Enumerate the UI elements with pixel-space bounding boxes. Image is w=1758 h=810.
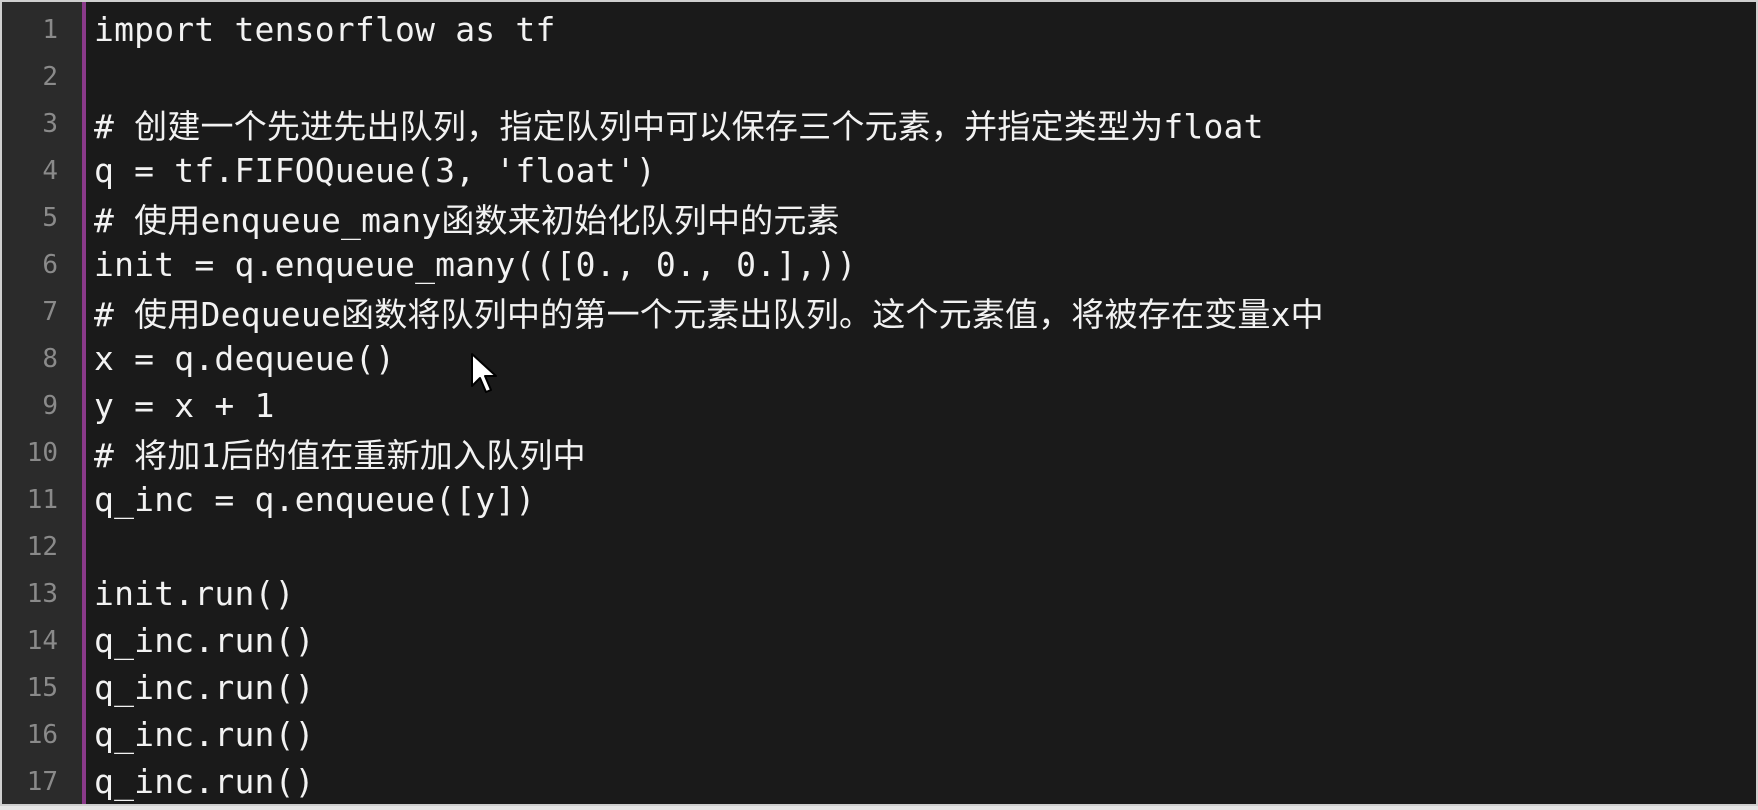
code-line[interactable]: 5 # 使用enqueue_many函数来初始化队列中的元素	[2, 194, 1756, 241]
code-line[interactable]: 11 q_inc = q.enqueue([y])	[2, 476, 1756, 523]
code-line[interactable]: 13 init.run()	[2, 570, 1756, 617]
code-line[interactable]: 1 import tensorflow as tf	[2, 6, 1756, 53]
line-number: 16	[26, 719, 58, 750]
bottom-border	[0, 806, 1758, 810]
code-comment[interactable]: # 将加1后的值在重新加入队列中	[94, 429, 586, 477]
code-line[interactable]: 8 x = q.dequeue()	[2, 335, 1756, 382]
code-line[interactable]: 7 # 使用Dequeue函数将队列中的第一个元素出队列。这个元素值，将被存在变…	[2, 288, 1756, 335]
line-number: 10	[26, 437, 58, 468]
line-number: 9	[42, 390, 58, 421]
code-comment[interactable]: # 使用enqueue_many函数来初始化队列中的元素	[94, 194, 840, 242]
code-line[interactable]: 14 q_inc.run()	[2, 617, 1756, 664]
line-number: 17	[26, 766, 58, 797]
line-number: 14	[26, 625, 58, 656]
line-number: 3	[42, 108, 58, 139]
code-text[interactable]: init = q.enqueue_many(([0., 0., 0.],))	[94, 245, 857, 284]
code-line[interactable]: 9 y = x + 1	[2, 382, 1756, 429]
line-number: 7	[42, 296, 58, 327]
code-editor[interactable]: 1 import tensorflow as tf 2 3 # 创建一个先进先出…	[0, 0, 1758, 806]
line-number: 1	[42, 14, 58, 45]
line-number: 2	[42, 61, 58, 92]
line-number: 5	[42, 202, 58, 233]
code-text[interactable]: q_inc.run()	[94, 668, 315, 707]
line-number: 12	[26, 531, 58, 562]
line-number: 6	[42, 249, 58, 280]
code-line[interactable]: 16 q_inc.run()	[2, 711, 1756, 758]
code-lines: 1 import tensorflow as tf 2 3 # 创建一个先进先出…	[2, 6, 1756, 804]
line-number: 8	[42, 343, 58, 374]
code-text[interactable]: q = tf.FIFOQueue(3, 'float')	[94, 151, 656, 190]
mouse-pointer-icon	[471, 353, 497, 393]
code-comment[interactable]: # 创建一个先进先出队列，指定队列中可以保存三个元素，并指定类型为float	[94, 100, 1264, 148]
code-line[interactable]: 6 init = q.enqueue_many(([0., 0., 0.],))	[2, 241, 1756, 288]
code-text[interactable]: x = q.dequeue()	[94, 339, 395, 378]
code-comment[interactable]: # 使用Dequeue函数将队列中的第一个元素出队列。这个元素值，将被存在变量x…	[94, 288, 1324, 336]
code-text[interactable]: q_inc.run()	[94, 621, 315, 660]
code-line[interactable]: 17 q_inc.run()	[2, 758, 1756, 804]
code-text[interactable]: init.run()	[94, 574, 295, 613]
code-line[interactable]: 3 # 创建一个先进先出队列，指定队列中可以保存三个元素，并指定类型为float	[2, 100, 1756, 147]
code-line[interactable]: 2	[2, 53, 1756, 100]
line-number: 11	[26, 484, 58, 515]
code-line[interactable]: 10 # 将加1后的值在重新加入队列中	[2, 429, 1756, 476]
code-line[interactable]: 12	[2, 523, 1756, 570]
code-line[interactable]: 15 q_inc.run()	[2, 664, 1756, 711]
line-number: 4	[42, 155, 58, 186]
line-number: 13	[26, 578, 58, 609]
code-text[interactable]: import tensorflow as tf	[94, 10, 556, 49]
code-text[interactable]: y = x + 1	[94, 386, 275, 425]
code-text[interactable]: q_inc.run()	[94, 762, 315, 801]
code-text[interactable]: q_inc = q.enqueue([y])	[94, 480, 536, 519]
code-line[interactable]: 4 q = tf.FIFOQueue(3, 'float')	[2, 147, 1756, 194]
line-number: 15	[26, 672, 58, 703]
code-text[interactable]: q_inc.run()	[94, 715, 315, 754]
